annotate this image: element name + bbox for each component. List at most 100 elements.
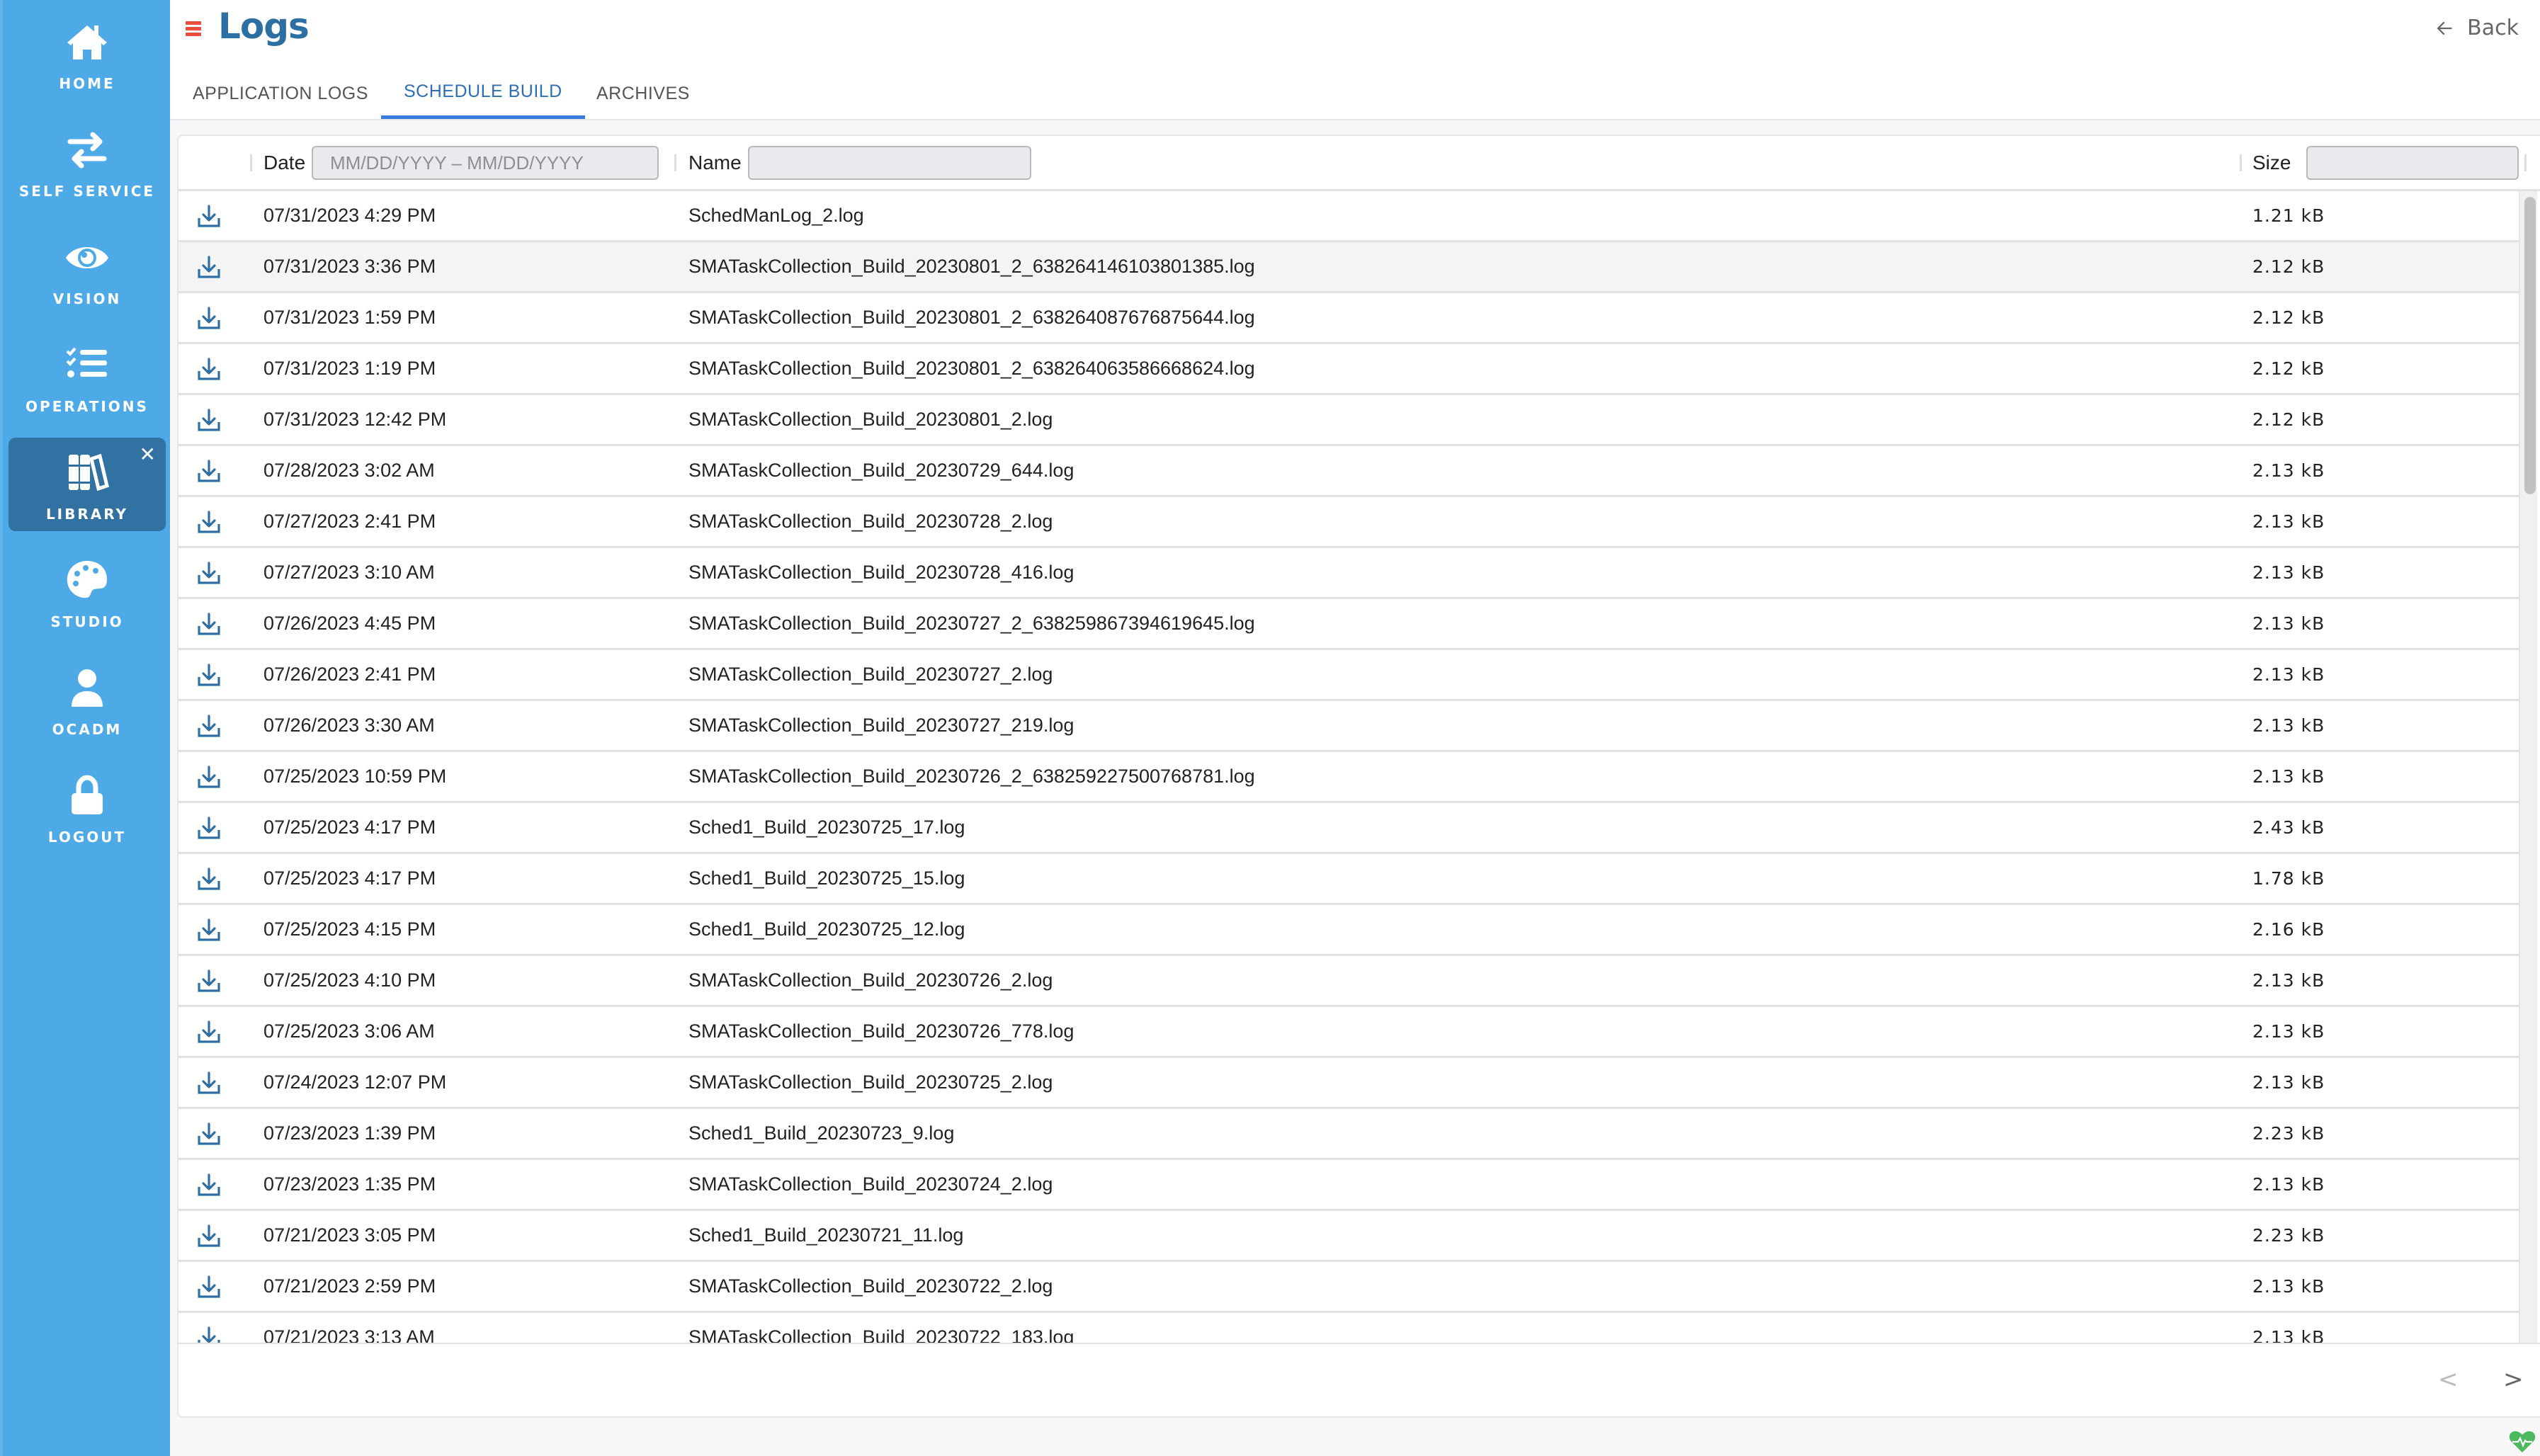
download-icon[interactable] [197,867,221,891]
download-icon[interactable] [197,204,221,228]
column-divider[interactable] [250,154,252,171]
column-divider[interactable] [2240,154,2242,171]
download-icon[interactable] [197,510,221,534]
sidebar-item-vision[interactable]: VISION [8,222,166,316]
table-row[interactable]: 07/31/2023 1:19 PM SMATaskCollection_Buil… [178,344,2520,395]
heartbeat-icon[interactable] [2509,1431,2536,1453]
download-icon[interactable] [197,1020,221,1044]
cell-name: Sched1_Build_20230725_15.log [688,868,965,889]
sidebar-item-home[interactable]: HOME [8,7,166,101]
table-row[interactable]: 07/23/2023 1:35 PM SMATaskCollection_Buil… [178,1160,2520,1211]
table-row[interactable]: 07/28/2023 3:02 AM SMATaskCollection_Buil… [178,446,2520,497]
download-icon[interactable] [197,663,221,687]
vertical-scrollbar[interactable] [2519,191,2537,1343]
table-row[interactable]: 07/25/2023 4:10 PM SMATaskCollection_Buil… [178,956,2520,1007]
cell-date: 07/21/2023 3:05 PM [263,1224,436,1246]
table-row[interactable]: 07/23/2023 1:39 PM Sched1_Build_20230723_… [178,1109,2520,1160]
cell-size: 2.13 kB [2252,1021,2325,1042]
logs-table: Date Name Size 07/31/2023 4:29 PM SchedMa… [177,135,2540,1418]
table-row[interactable]: 07/25/2023 10:59 PM SMATaskCollection_Bui… [178,752,2520,803]
sidebar-item-logout[interactable]: LOGOUT [8,761,166,854]
download-icon[interactable] [197,408,221,432]
column-header-size[interactable]: Size [2252,152,2291,174]
sidebar-item-label: OPERATIONS [25,398,149,415]
previous-page-button[interactable]: < [2438,1365,2459,1394]
download-icon[interactable] [197,612,221,636]
download-icon[interactable] [197,1224,221,1248]
download-icon[interactable] [197,255,221,279]
sidebar: HOME SELF SERVICE VISION OPERATIONS LIBRARY ✕… [0,0,170,1456]
column-header-date[interactable]: Date [263,152,305,174]
table-row[interactable]: 07/25/2023 4:17 PM Sched1_Build_20230725_… [178,854,2520,905]
hamburger-menu-icon[interactable] [186,21,201,37]
column-divider[interactable] [674,154,676,171]
sidebar-item-self-service[interactable]: SELF SERVICE [8,115,166,208]
cell-size: 2.13 kB [2252,511,2325,532]
table-row[interactable]: 07/31/2023 1:59 PM SMATaskCollection_Buil… [178,293,2520,344]
cell-date: 07/23/2023 1:35 PM [263,1173,436,1195]
tab-archives[interactable]: ARCHIVES [574,68,713,119]
download-icon[interactable] [197,306,221,330]
download-icon[interactable] [197,1275,221,1299]
table-row[interactable]: 07/31/2023 12:42 PM SMATaskCollection_Bui… [178,395,2520,446]
download-icon[interactable] [197,714,221,738]
table-row[interactable]: 07/26/2023 4:45 PM SMATaskCollection_Buil… [178,599,2520,650]
cell-date: 07/27/2023 2:41 PM [263,511,436,532]
back-button[interactable]: Back [2434,16,2519,40]
close-icon[interactable]: ✕ [140,445,156,465]
cell-name: SMATaskCollection_Build_20230801_2_63826… [688,256,1255,277]
download-icon[interactable] [197,1122,221,1146]
download-icon[interactable] [197,816,221,840]
download-icon[interactable] [197,459,221,483]
table-row[interactable]: 07/21/2023 2:59 PM SMATaskCollection_Buil… [178,1262,2520,1313]
cell-date: 07/23/2023 1:39 PM [263,1122,436,1144]
download-icon[interactable] [197,561,221,585]
table-row[interactable]: 07/27/2023 2:41 PM SMATaskCollection_Buil… [178,497,2520,548]
sidebar-item-ocadm[interactable]: OCADM [8,653,166,746]
cell-date: 07/26/2023 4:45 PM [263,613,436,634]
download-icon[interactable] [197,918,221,942]
download-icon[interactable] [197,765,221,789]
table-row[interactable]: 07/21/2023 3:05 PM Sched1_Build_20230721_… [178,1211,2520,1262]
cell-name: SMATaskCollection_Build_20230726_2_63825… [688,766,1255,787]
cell-name: SMATaskCollection_Build_20230726_778.log [688,1020,1075,1042]
name-filter-input[interactable] [748,146,1031,180]
table-row[interactable]: 07/26/2023 3:30 AM SMATaskCollection_Buil… [178,701,2520,752]
cell-name: Sched1_Build_20230721_11.log [688,1224,964,1246]
table-row[interactable]: 07/26/2023 2:41 PM SMATaskCollection_Buil… [178,650,2520,701]
cell-size: 2.12 kB [2252,256,2325,277]
sidebar-item-studio[interactable]: STUDIO [8,545,166,639]
column-header-name[interactable]: Name [688,152,742,174]
table-row[interactable]: 07/25/2023 4:17 PM Sched1_Build_20230725_… [178,803,2520,854]
column-divider[interactable] [2524,154,2527,171]
download-icon[interactable] [197,1326,221,1343]
sidebar-item-library[interactable]: LIBRARY ✕ [8,438,166,531]
table-row[interactable]: 07/31/2023 4:29 PM SchedManLog_2.log 1.21 … [178,191,2520,242]
table-row[interactable]: 07/27/2023 3:10 AM SMATaskCollection_Buil… [178,548,2520,599]
table-row[interactable]: 07/21/2023 3:13 AM SMATaskCollection_Buil… [178,1313,2520,1343]
table-row[interactable]: 07/25/2023 3:06 AM SMATaskCollection_Buil… [178,1007,2520,1058]
download-icon[interactable] [197,1173,221,1197]
sidebar-item-operations[interactable]: OPERATIONS [8,330,166,423]
page-title: Logs [218,6,310,47]
download-icon[interactable] [197,357,221,381]
cell-date: 07/21/2023 3:13 AM [263,1326,435,1343]
cell-name: SMATaskCollection_Build_20230727_2_63825… [688,613,1255,634]
size-filter-input[interactable] [2306,146,2519,180]
cell-name: SMATaskCollection_Build_20230727_219.log [688,715,1075,736]
cell-date: 07/25/2023 4:17 PM [263,868,436,889]
tab-schedule-build[interactable]: SCHEDULE BUILD [381,68,585,119]
cell-size: 2.13 kB [2252,613,2325,634]
download-icon[interactable] [197,1071,221,1095]
tab-application-logs[interactable]: APPLICATION LOGS [170,68,391,119]
table-row[interactable]: 07/24/2023 12:07 PM SMATaskCollection_Bui… [178,1058,2520,1109]
cell-date: 07/31/2023 4:29 PM [263,205,436,226]
download-icon[interactable] [197,969,221,993]
table-row[interactable]: 07/25/2023 4:15 PM Sched1_Build_20230725_… [178,905,2520,956]
date-filter-input[interactable] [312,146,659,180]
next-page-button[interactable]: > [2503,1365,2524,1394]
scrollbar-thumb[interactable] [2524,197,2536,494]
table-row[interactable]: 07/31/2023 3:36 PM SMATaskCollection_Buil… [178,242,2520,293]
table-body: 07/31/2023 4:29 PM SchedManLog_2.log 1.21 … [178,191,2540,1343]
cell-date: 07/25/2023 4:15 PM [263,918,436,940]
